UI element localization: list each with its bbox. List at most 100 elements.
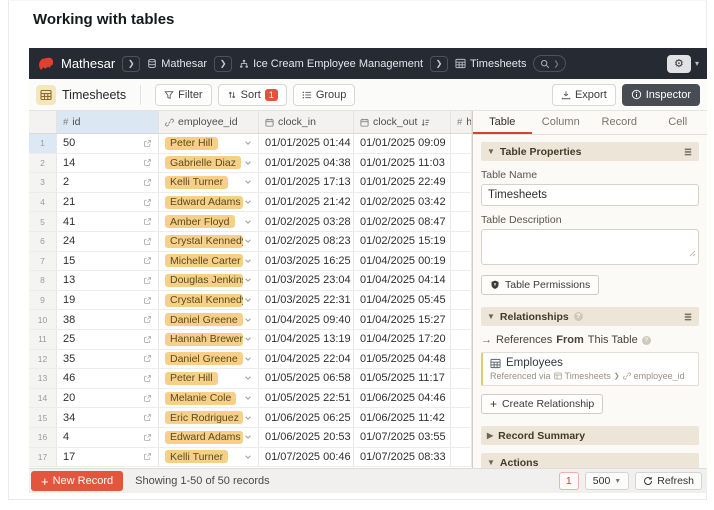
- record-pill[interactable]: Kelli Turner: [165, 176, 228, 189]
- section-record-summary[interactable]: ▶ Record Summary: [481, 426, 699, 445]
- clock-out-cell[interactable]: 01/04/2025 00:19: [354, 252, 451, 271]
- section-menu-icon[interactable]: [683, 312, 693, 322]
- id-cell[interactable]: 4: [57, 428, 159, 447]
- chevron-down-icon[interactable]: [244, 414, 252, 422]
- row-number-cell[interactable]: 16: [29, 428, 57, 447]
- column-header-id[interactable]: # id: [57, 111, 159, 133]
- chevron-down-icon[interactable]: [244, 237, 252, 245]
- id-cell[interactable]: 34: [57, 408, 159, 427]
- open-record-icon[interactable]: [143, 452, 152, 461]
- settings-button[interactable]: ⚙: [667, 55, 691, 73]
- id-cell[interactable]: 35: [57, 350, 159, 369]
- hours-cell[interactable]: [451, 271, 472, 290]
- employee-cell[interactable]: Edward Adams: [159, 193, 259, 212]
- record-pill[interactable]: Peter Hill: [165, 372, 218, 385]
- employee-cell[interactable]: Amber Floyd: [159, 212, 259, 231]
- row-number-cell[interactable]: 6: [29, 232, 57, 251]
- id-cell[interactable]: 20: [57, 389, 159, 408]
- id-cell[interactable]: 14: [57, 154, 159, 173]
- employee-cell[interactable]: Peter Hill: [159, 134, 259, 153]
- employee-cell[interactable]: Eric Rodriguez: [159, 408, 259, 427]
- id-cell[interactable]: 24: [57, 232, 159, 251]
- clock-in-cell[interactable]: 01/02/2025 08:23: [259, 232, 354, 251]
- row-number-cell[interactable]: 12: [29, 350, 57, 369]
- clock-out-cell[interactable]: 01/05/2025 11:17: [354, 369, 451, 388]
- employee-cell[interactable]: Edward Adams: [159, 428, 259, 447]
- record-pill[interactable]: Edward Adams: [165, 431, 243, 444]
- section-relationships[interactable]: ▼ Relationships ?: [481, 307, 699, 326]
- clock-in-cell[interactable]: 01/01/2025 21:42: [259, 193, 354, 212]
- chevron-down-icon[interactable]: [244, 316, 252, 324]
- open-record-icon[interactable]: [143, 374, 152, 383]
- row-number-cell[interactable]: 15: [29, 408, 57, 427]
- hours-cell[interactable]: [451, 448, 472, 467]
- hours-cell[interactable]: [451, 154, 472, 173]
- employee-cell[interactable]: Hannah Brewer: [159, 330, 259, 349]
- row-number-cell[interactable]: 3: [29, 173, 57, 192]
- employee-cell[interactable]: Melanie Cole: [159, 389, 259, 408]
- section-actions[interactable]: ▼ Actions: [481, 453, 699, 468]
- id-cell[interactable]: 38: [57, 310, 159, 329]
- clock-in-cell[interactable]: 01/03/2025 23:04: [259, 271, 354, 290]
- filter-button[interactable]: Filter: [155, 84, 211, 106]
- record-pill[interactable]: Crystal Kennedy: [165, 235, 243, 248]
- open-record-icon[interactable]: [143, 315, 152, 324]
- record-pill[interactable]: Amber Floyd: [165, 215, 235, 228]
- row-number-cell[interactable]: 14: [29, 389, 57, 408]
- hours-cell[interactable]: [451, 212, 472, 231]
- hours-cell[interactable]: [451, 330, 472, 349]
- reference-card-employees[interactable]: Employees Referenced via Timesheets ❯ em…: [481, 352, 699, 386]
- record-pill[interactable]: Douglas Jenkins: [165, 274, 243, 287]
- chevron-down-icon[interactable]: [244, 276, 252, 284]
- chevron-down-icon[interactable]: [244, 374, 252, 382]
- record-pill[interactable]: Edward Adams: [165, 196, 243, 209]
- column-header-employee-id[interactable]: employee_id: [159, 111, 259, 133]
- row-number-cell[interactable]: 1: [29, 134, 57, 153]
- clock-out-cell[interactable]: 01/07/2025 03:55: [354, 428, 451, 447]
- open-record-icon[interactable]: [143, 335, 152, 344]
- id-cell[interactable]: 46: [57, 369, 159, 388]
- row-number-cell[interactable]: 10: [29, 310, 57, 329]
- chevron-down-icon[interactable]: [244, 159, 252, 167]
- id-cell[interactable]: 41: [57, 212, 159, 231]
- row-number-cell[interactable]: 17: [29, 448, 57, 467]
- page-number[interactable]: 1: [559, 472, 579, 490]
- mathesar-logo[interactable]: [37, 55, 54, 72]
- record-pill[interactable]: Eric Rodriguez: [165, 411, 243, 424]
- row-number-cell[interactable]: 13: [29, 369, 57, 388]
- row-number-cell[interactable]: 5: [29, 212, 57, 231]
- employee-cell[interactable]: Peter Hill: [159, 369, 259, 388]
- clock-out-cell[interactable]: 01/04/2025 04:14: [354, 271, 451, 290]
- clock-in-cell[interactable]: 01/06/2025 20:53: [259, 428, 354, 447]
- row-number-cell[interactable]: 7: [29, 252, 57, 271]
- help-icon[interactable]: ?: [642, 336, 651, 345]
- id-cell[interactable]: 13: [57, 271, 159, 290]
- employee-cell[interactable]: Gabrielle Diaz: [159, 154, 259, 173]
- chevron-down-icon[interactable]: [244, 296, 252, 304]
- current-table-chip[interactable]: Timesheets: [36, 85, 126, 105]
- id-cell[interactable]: 50: [57, 134, 159, 153]
- clock-out-cell[interactable]: 01/04/2025 15:27: [354, 310, 451, 329]
- clock-in-cell[interactable]: 01/05/2025 06:58: [259, 369, 354, 388]
- record-pill[interactable]: Peter Hill: [165, 137, 218, 150]
- record-pill[interactable]: Daniel Greene: [165, 313, 243, 326]
- employee-cell[interactable]: Daniel Greene: [159, 310, 259, 329]
- clock-out-cell[interactable]: 01/01/2025 09:09: [354, 134, 451, 153]
- create-relationship-button[interactable]: + Create Relationship: [481, 394, 603, 414]
- clock-out-cell[interactable]: 01/01/2025 22:49: [354, 173, 451, 192]
- record-pill[interactable]: Hannah Brewer: [165, 333, 243, 346]
- employee-cell[interactable]: Crystal Kennedy: [159, 291, 259, 310]
- column-header-hours[interactable]: # hours: [451, 111, 472, 133]
- clock-in-cell[interactable]: 01/03/2025 16:25: [259, 252, 354, 271]
- open-record-icon[interactable]: [143, 354, 152, 363]
- employee-cell[interactable]: Michelle Carter: [159, 252, 259, 271]
- record-pill[interactable]: Crystal Kennedy: [165, 294, 243, 307]
- row-number-cell[interactable]: 11: [29, 330, 57, 349]
- clock-in-cell[interactable]: 01/04/2025 09:40: [259, 310, 354, 329]
- chevron-down-icon[interactable]: [244, 139, 252, 147]
- table-description-input[interactable]: [481, 229, 699, 265]
- clock-out-cell[interactable]: 01/02/2025 03:42: [354, 193, 451, 212]
- open-record-icon[interactable]: [143, 256, 152, 265]
- clock-out-cell[interactable]: 01/01/2025 11:03: [354, 154, 451, 173]
- chevron-down-icon[interactable]: [244, 257, 252, 265]
